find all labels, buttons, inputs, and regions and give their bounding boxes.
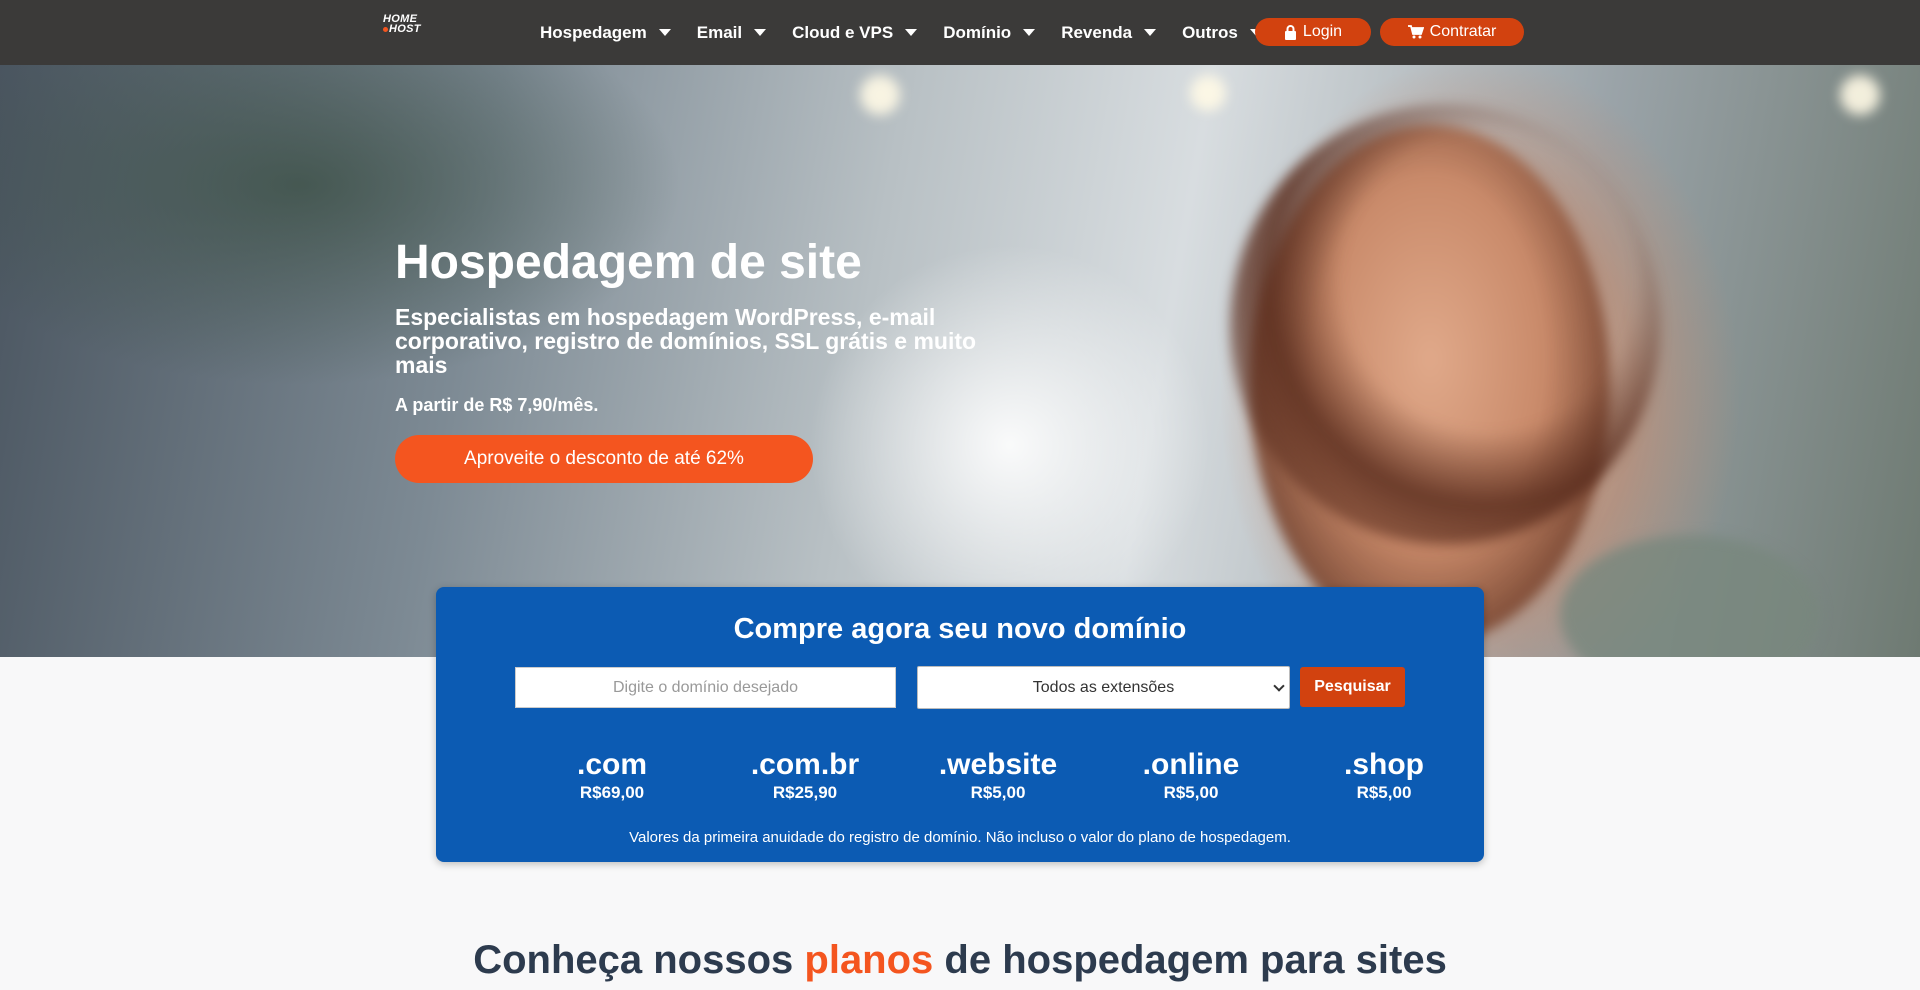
menu-item-label: Cloud e VPS [792,22,894,42]
tld-item-shop: .shop R$5,00 [1304,749,1464,803]
caret-down-icon [658,29,671,36]
tld-name: .com.br [750,748,860,781]
plans-heading-post: de hospedagem para sites [933,938,1447,982]
login-button[interactable]: Login [1255,18,1371,46]
menu-item-hospedagem[interactable]: Hospedagem [540,23,671,43]
search-domain-button[interactable]: Pesquisar [1300,667,1405,707]
menu-item-dominio[interactable]: Domínio [943,22,1036,43]
domain-search-input[interactable] [515,667,896,708]
cart-icon [1407,25,1424,39]
tld-price: R$5,00 [970,783,1026,802]
caret-down-icon [754,29,767,36]
tld-name: .website [938,748,1058,781]
lock-icon [1284,24,1296,40]
contratar-label: Contratar [1429,23,1497,40]
tld-item-online: .online R$5,00 [1111,749,1271,803]
caret-down-icon [905,29,918,36]
hero-light-spot [1840,75,1880,115]
tld-price: R$5,00 [1163,783,1219,802]
main-menu: Hospedagem Email Cloud e VPS Domínio Rev… [540,0,1288,65]
tld-name: .com [576,748,648,781]
contratar-button[interactable]: Contratar [1380,18,1524,46]
plans-heading-accent: planos [804,938,934,982]
tld-name: .shop [1344,748,1424,781]
tld-price: R$25,90 [772,783,838,802]
hero-subtitle: Especialistas em hospedagem WordPress, e… [395,304,977,378]
plans-heading-pre: Conheça nossos [473,938,805,982]
tld-price: R$69,00 [579,783,645,802]
tld-item-website: .website R$5,00 [918,749,1078,803]
tld-price: R$5,00 [1356,783,1412,802]
domain-pricing-note: Valores da primeira anuidade do registro… [629,829,1291,846]
extension-select-value: Todos as extensões [1032,678,1175,696]
caret-down-icon [1023,29,1036,36]
domain-search-title: Compre agora seu novo domínio [733,613,1187,645]
caret-down-icon [1144,29,1157,36]
domain-search-panel: Compre agora seu novo domínio Todos as e… [436,587,1484,862]
hero-shirt-shape [1560,535,1820,657]
extension-select[interactable]: Todos as extensões [917,666,1290,709]
hero-price-text: A partir de R$ 7,90/mês. [395,395,599,415]
menu-item-cloud-vps[interactable]: Cloud e VPS [792,22,918,43]
menu-item-label: Revenda [1061,22,1133,42]
menu-item-label: Outros [1182,22,1238,42]
top-navbar: HOME HOST Hospedagem Email Cloud e VPS D… [0,0,1920,65]
login-label: Login [1302,23,1343,40]
hero-light-spot [860,75,900,115]
tld-item-com-br: .com.br R$25,90 [725,749,885,803]
tld-name: .online [1142,748,1240,781]
plans-section-heading: Conheça nossos planos de hospedagem para… [0,938,1920,983]
hero-banner: Hospedagem de site Especialistas em hosp… [0,65,1920,657]
hero-light-spot [1190,75,1226,111]
homehost-logo[interactable]: HOME HOST [383,14,443,38]
hero-hair-shape [1230,105,1660,545]
hero-title: Hospedagem de site [395,236,862,289]
discount-cta-button[interactable]: Aproveite o desconto de até 62% [395,435,813,483]
tld-item-com: .com R$69,00 [532,749,692,803]
chevron-down-icon [1273,680,1285,692]
menu-item-email[interactable]: Email [696,22,767,43]
logo-text-line2: HOST [383,24,443,35]
menu-item-label: Hospedagem [540,22,647,42]
menu-item-outros[interactable]: Outros [1182,23,1262,43]
menu-item-label: Domínio [943,22,1012,42]
menu-item-label: Email [696,22,743,42]
menu-item-revenda[interactable]: Revenda [1061,22,1157,43]
